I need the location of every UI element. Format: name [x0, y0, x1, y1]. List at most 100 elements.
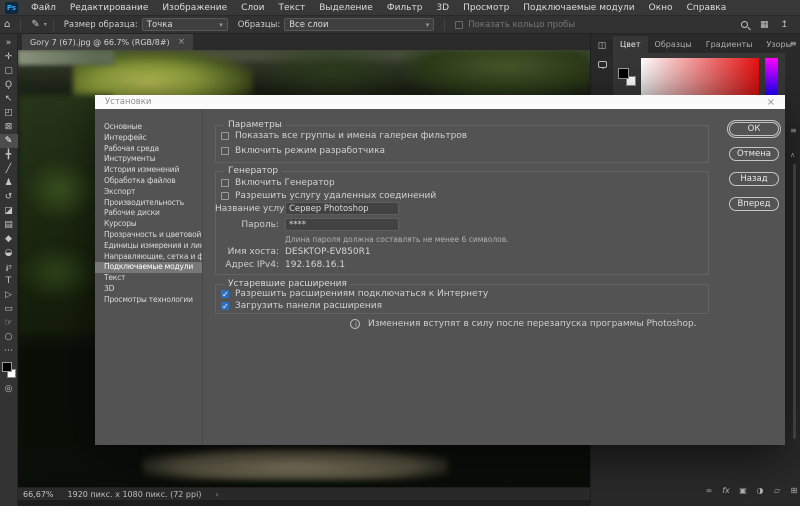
layer-effects-icon[interactable]: fx [720, 486, 732, 495]
menu-3d[interactable]: 3D [429, 0, 456, 16]
sidebar-item-file-handling[interactable]: Обработка файлов [95, 176, 202, 187]
lasso-tool[interactable]: Ϙ [0, 78, 18, 92]
more-tools-icon[interactable]: ⋯ [0, 344, 18, 358]
marquee-tool[interactable]: ▢ [0, 64, 18, 78]
link-layers-icon[interactable]: ∞ [703, 486, 715, 495]
foreground-color-swatch[interactable] [1, 362, 12, 372]
eyedropper-tool[interactable]: ✎ [0, 134, 18, 148]
close-icon[interactable]: × [767, 97, 775, 108]
move-tool[interactable]: ✛ [0, 50, 18, 64]
history-brush-tool[interactable]: ↺ [0, 190, 18, 204]
object-selection-tool[interactable]: ↖ [0, 92, 18, 106]
sidebar-item-type[interactable]: Текст [95, 273, 202, 284]
sidebar-item-units-rulers[interactable]: Единицы измерения и линейки [95, 241, 202, 252]
expand-toolbar-icon[interactable]: » [0, 36, 18, 50]
healing-brush-tool[interactable]: ╋ [0, 148, 18, 162]
checkbox-row[interactable]: Включить Генератор [221, 178, 335, 188]
pen-tool[interactable]: ℘ [0, 260, 18, 274]
menu-window[interactable]: Окно [642, 0, 680, 16]
show-filter-groups-checkbox[interactable] [221, 132, 229, 140]
sidebar-item-plugins[interactable]: Подключаемые модули [95, 262, 202, 274]
ok-button[interactable]: ОК [729, 122, 779, 136]
menu-help[interactable]: Справка [680, 0, 734, 16]
menu-type[interactable]: Текст [272, 0, 313, 16]
new-group-icon[interactable]: ▱ [771, 486, 783, 495]
hand-tool[interactable]: ☞ [0, 316, 18, 330]
sidebar-item-history[interactable]: История изменений [95, 165, 202, 176]
checkbox-row[interactable]: Разрешить расширениям подключаться к Инт… [221, 289, 488, 299]
color-swatches[interactable] [0, 360, 18, 382]
adjustment-layer-icon[interactable]: ◑ [754, 486, 766, 495]
service-name-input[interactable] [285, 202, 399, 215]
foreground-color-swatch[interactable] [618, 68, 629, 79]
zoom-level-field[interactable]: 66,67% [23, 490, 54, 499]
sidebar-item-tech-previews[interactable]: Просмотры технологии [95, 295, 202, 306]
status-options-chevron[interactable]: › [215, 490, 218, 499]
quick-mask-icon[interactable]: ◎ [0, 382, 18, 396]
extensions-internet-checkbox[interactable] [221, 290, 229, 299]
menu-file[interactable]: Файл [24, 0, 63, 16]
sample-size-select[interactable]: Точка ▾ [141, 18, 228, 31]
frame-tool[interactable]: ⊠ [0, 120, 18, 134]
sidebar-item-guides-grid[interactable]: Направляющие, сетка и фрагменты [95, 252, 202, 263]
prev-button[interactable]: Назад [729, 172, 779, 186]
close-icon[interactable]: × [178, 37, 186, 47]
menu-view[interactable]: Просмотр [456, 0, 516, 16]
sidebar-item-general[interactable]: Основные [95, 122, 202, 133]
samples-select[interactable]: Все слои ▾ [284, 18, 435, 31]
blur-tool[interactable]: ◆ [0, 232, 18, 246]
enable-generator-checkbox[interactable] [221, 179, 229, 187]
next-button[interactable]: Вперед [729, 197, 779, 211]
dodge-tool[interactable]: ◒ [0, 246, 18, 260]
sidebar-item-performance[interactable]: Производительность [95, 198, 202, 209]
sidebar-item-export[interactable]: Экспорт [95, 187, 202, 198]
zoom-tool[interactable]: ○ [0, 330, 18, 344]
properties-panel-icon[interactable]: ◫ [598, 41, 607, 51]
sidebar-item-tools[interactable]: Инструменты [95, 154, 202, 165]
collapse-panel-icon[interactable]: ∧ [790, 151, 795, 159]
gradient-tool[interactable]: ▤ [0, 218, 18, 232]
checkbox-row[interactable]: Включить режим разработчика [221, 146, 385, 156]
menu-plugins[interactable]: Подключаемые модули [516, 0, 641, 16]
sidebar-item-3d[interactable]: 3D [95, 284, 202, 295]
sidebar-item-workspace[interactable]: Рабочая среда [95, 144, 202, 155]
share-icon[interactable]: ↥ [780, 20, 788, 30]
checkbox-row[interactable]: Загрузить панели расширения [221, 301, 382, 311]
document-tab[interactable]: Gory 7 (67).jpg @ 66.7% (RGB/8#) × [22, 34, 194, 50]
sidebar-item-transparency[interactable]: Прозрачность и цветовой охват [95, 230, 202, 241]
tab-swatches[interactable]: Образцы [648, 36, 699, 53]
layer-mask-icon[interactable]: ▣ [737, 486, 749, 495]
menu-layers[interactable]: Слои [234, 0, 271, 16]
sidebar-item-interface[interactable]: Интерфейс [95, 133, 202, 144]
panel-color-swatches[interactable] [618, 68, 638, 88]
menu-image[interactable]: Изображение [155, 0, 234, 16]
clone-stamp-tool[interactable]: ♟ [0, 176, 18, 190]
search-icon[interactable] [740, 21, 748, 28]
checkbox-row[interactable]: Показать все группы и имена галереи филь… [221, 131, 467, 141]
password-input[interactable] [285, 218, 399, 231]
home-icon[interactable]: ⌂ [0, 19, 14, 30]
cancel-button[interactable]: Отмена [729, 147, 779, 161]
chevron-down-icon[interactable]: ▾ [44, 21, 47, 28]
panel-menu-icon[interactable]: ≡ [790, 126, 797, 135]
eyedropper-preset-icon[interactable]: ✎ [27, 19, 43, 30]
dialog-title-bar[interactable]: Установки × [95, 95, 785, 109]
eraser-tool[interactable]: ◪ [0, 204, 18, 218]
workspace-icon[interactable]: ▦ [760, 20, 769, 30]
panel-menu-icon[interactable]: ≡ [790, 39, 797, 48]
sidebar-item-scratch-disks[interactable]: Рабочие диски [95, 208, 202, 219]
sidebar-item-cursors[interactable]: Курсоры [95, 219, 202, 230]
comments-panel-icon[interactable] [597, 61, 607, 69]
menu-filter[interactable]: Фильтр [380, 0, 430, 16]
menu-edit[interactable]: Редактирование [63, 0, 156, 16]
brush-tool[interactable]: ╱ [0, 162, 18, 176]
tab-color[interactable]: Цвет [613, 36, 648, 53]
menu-select[interactable]: Выделение [312, 0, 380, 16]
crop-tool[interactable]: ◰ [0, 106, 18, 120]
path-select-tool[interactable]: ▷ [0, 288, 18, 302]
developer-mode-checkbox[interactable] [221, 147, 229, 155]
load-extension-panels-checkbox[interactable] [221, 302, 229, 311]
remote-connections-checkbox[interactable] [221, 192, 229, 200]
checkbox-row[interactable]: Разрешить услугу удаленных соединений [221, 191, 436, 201]
scrollbar[interactable] [793, 164, 796, 439]
